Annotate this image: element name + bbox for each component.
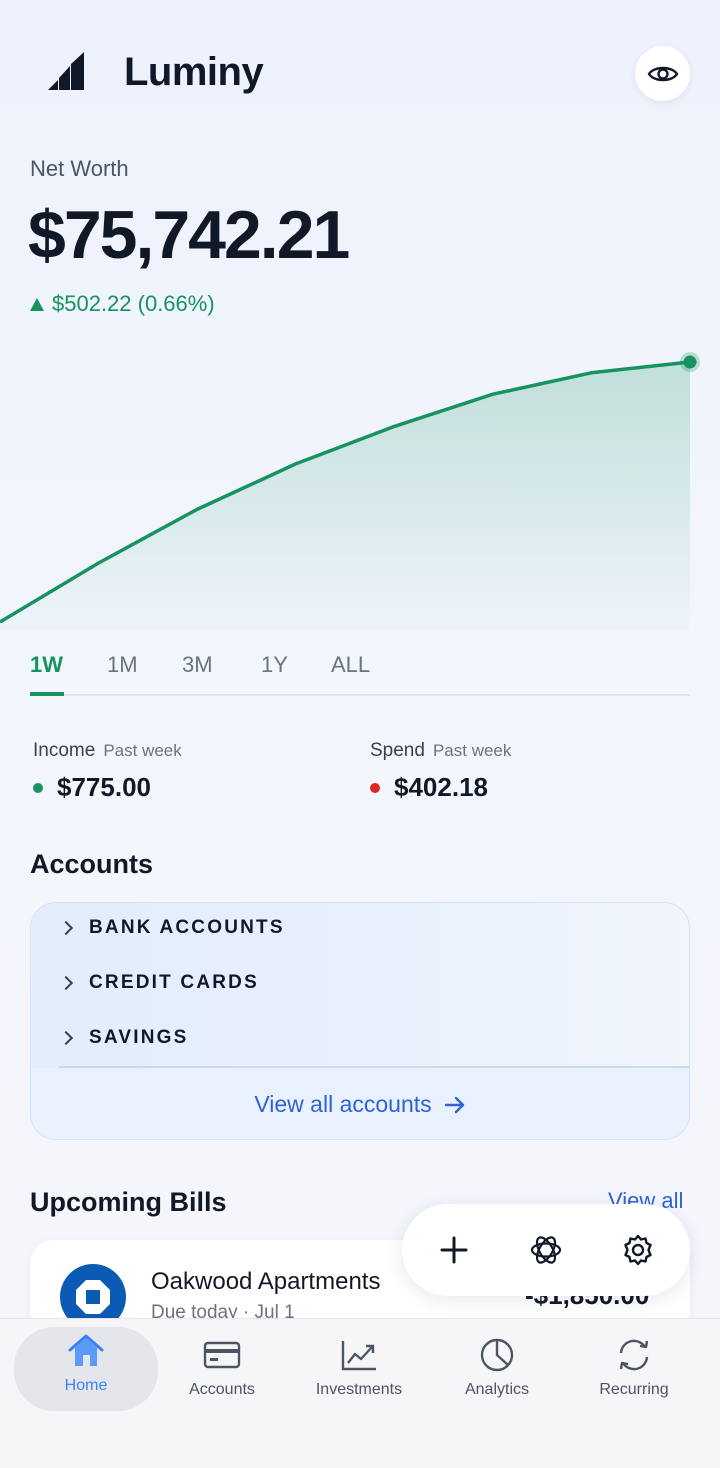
range-tab-3m[interactable]: 3M: [182, 652, 213, 678]
nav-tab-home[interactable]: Home: [14, 1327, 158, 1411]
chart-endpoint-marker: [683, 355, 697, 369]
income-value: $775.00: [57, 772, 151, 802]
nav-label: Recurring: [599, 1381, 669, 1398]
toggle-visibility-button[interactable]: [635, 46, 690, 101]
range-tab-1y[interactable]: 1Y: [261, 652, 288, 678]
account-group-label: SAVINGS: [89, 1027, 189, 1048]
income-period: Past week: [103, 741, 182, 760]
nav-tab-recurring[interactable]: Recurring: [564, 1331, 704, 1411]
spend-label: Spend: [370, 740, 425, 761]
eye-icon: [647, 66, 678, 81]
range-tab-1m[interactable]: 1M: [107, 652, 138, 678]
range-tab-1w[interactable]: 1W: [30, 652, 63, 678]
card-icon: [202, 1335, 242, 1375]
nav-tab-accounts[interactable]: Accounts: [152, 1331, 292, 1411]
bill-name: Oakwood Apartments: [151, 1268, 381, 1295]
nav-label: Investments: [315, 1381, 403, 1398]
account-group-savings[interactable]: SAVINGS: [58, 1027, 189, 1049]
income-label-row: Income Past week: [33, 740, 182, 762]
upcoming-bills-title: Upcoming Bills: [30, 1187, 227, 1217]
spend-value: $402.18: [394, 772, 488, 802]
app-title: Luminy: [124, 50, 264, 94]
add-button[interactable]: [434, 1230, 474, 1270]
spend-value-row: $402.18: [370, 772, 488, 803]
ai-assistant-button[interactable]: [526, 1230, 566, 1270]
spend-label-row: Spend Past week: [370, 740, 511, 762]
chevron-right-icon: [58, 975, 74, 991]
range-tabs: 1W 1M 3M 1Y ALL: [30, 652, 690, 696]
income-value-row: $775.00: [33, 772, 151, 803]
bottom-tab-bar: Home Accounts Investments Analytics Recu…: [0, 1318, 720, 1468]
nav-label: Home: [64, 1377, 108, 1394]
income-dot-icon: [33, 782, 43, 793]
net-worth-label: Net Worth: [30, 156, 129, 181]
nav-label: Accounts: [189, 1381, 255, 1398]
investments-chart-icon: [339, 1335, 379, 1375]
chevron-right-icon: [58, 1030, 74, 1046]
gear-icon: [624, 1234, 652, 1266]
recurring-icon: [614, 1335, 654, 1375]
chevron-right-icon: [58, 920, 74, 936]
floating-action-bar: [402, 1204, 690, 1296]
settings-button[interactable]: [618, 1230, 658, 1270]
net-worth-value: $75,742.21: [28, 197, 350, 273]
income-label: Income: [33, 740, 96, 761]
nav-tab-analytics[interactable]: Analytics: [427, 1331, 567, 1411]
accounts-title: Accounts: [30, 849, 154, 879]
accounts-card: BANK ACCOUNTS CREDIT CARDS SAVINGS View …: [30, 902, 690, 1140]
spend-dot-icon: [370, 782, 380, 793]
up-arrow-icon: [30, 297, 44, 311]
net-worth-change-value: $502.22 (0.66%): [52, 291, 215, 316]
home-icon: [66, 1331, 106, 1371]
ai-knot-icon: [530, 1236, 562, 1264]
account-group-label: CREDIT CARDS: [89, 972, 259, 993]
view-all-accounts-label: View all accounts: [254, 1091, 432, 1117]
active-range-indicator: [30, 692, 64, 696]
pie-chart-icon: [477, 1335, 517, 1375]
account-group-bank[interactable]: BANK ACCOUNTS: [58, 917, 285, 939]
luminy-logo-icon: [48, 52, 84, 90]
net-worth-chart[interactable]: [0, 330, 720, 630]
nav-tab-investments[interactable]: Investments: [289, 1331, 429, 1411]
account-group-label: BANK ACCOUNTS: [89, 917, 285, 938]
view-all-accounts-button[interactable]: View all accounts: [31, 1068, 689, 1139]
nav-label: Analytics: [464, 1381, 530, 1398]
chart-area-fill: [0, 362, 690, 630]
range-tab-all[interactable]: ALL: [331, 652, 370, 678]
account-group-credit[interactable]: CREDIT CARDS: [58, 972, 259, 994]
spend-period: Past week: [432, 741, 512, 760]
home-screen: Luminy Net Worth $75,742.21 $502.22 (0.6…: [0, 0, 720, 1468]
arrow-right-icon: [444, 1096, 464, 1113]
plus-icon: [440, 1236, 468, 1264]
net-worth-change: $502.22 (0.66%): [30, 291, 215, 317]
